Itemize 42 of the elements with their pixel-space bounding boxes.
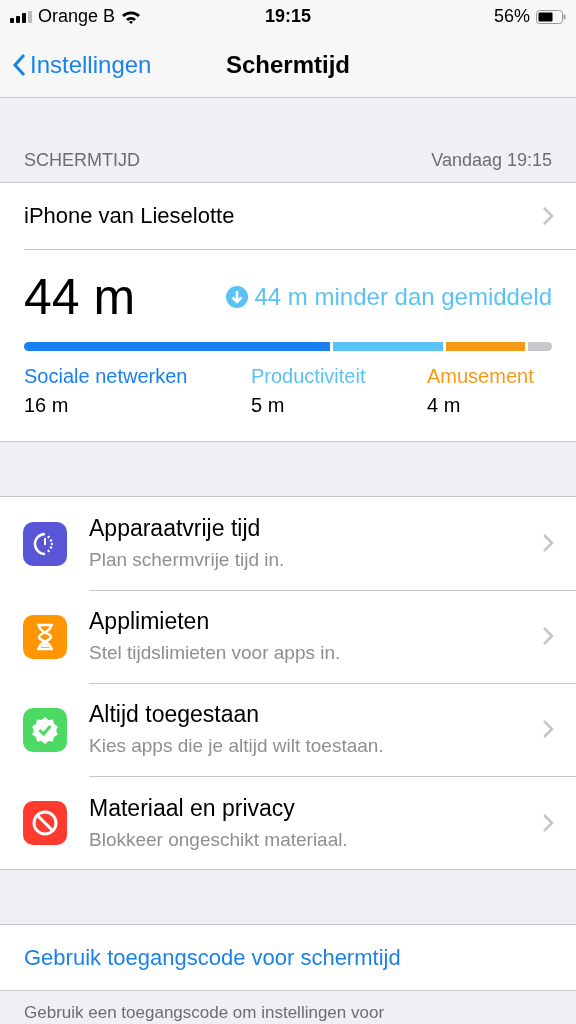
section-date: Vandaag 19:15 — [431, 150, 552, 171]
carrier-name: Orange B — [38, 6, 116, 27]
hourglass-icon — [34, 622, 56, 651]
settings-row[interactable]: Altijd toegestaan Kies apps die je altijd wilt toestaan. — [0, 683, 576, 776]
row-title: Applimieten — [89, 608, 211, 635]
category-time: 16 m — [24, 394, 70, 417]
back-chevron-icon — [12, 53, 26, 77]
category-label: Sociale netwerken — [24, 365, 189, 388]
chevron-icon — [542, 206, 554, 226]
settings-row[interactable]: Applimieten Stel tijdslimieten voor apps in. — [0, 590, 576, 683]
device-row[interactable]: iPhone van Lieselotte — [24, 183, 576, 250]
chevron-icon — [542, 719, 554, 739]
chevron-icon — [542, 533, 554, 553]
row-subtitle: Stel tijdslimieten voor apps in. — [89, 642, 341, 664]
signal-icon — [10, 10, 32, 23]
row-subtitle: Plan schermvrije tijd in. — [89, 549, 285, 571]
battery-icon — [536, 9, 566, 24]
average-comparison: 44 m minder dan gemiddeld — [254, 283, 552, 311]
section-header: SCHERMTIJD — [24, 150, 140, 171]
wifi-icon — [121, 9, 142, 24]
row-title: Apparaatvrije tijd — [89, 515, 262, 542]
settings-row[interactable]: Apparaatvrije tijd Plan schermvrije tijd in. — [0, 497, 576, 590]
category-time: 5 m — [251, 394, 286, 417]
category-time: 4 m — [427, 394, 462, 417]
chevron-icon — [542, 626, 554, 646]
passcode-link[interactable]: Gebruik toegangscode voor schermtijd — [0, 925, 576, 990]
row-title: Materiaal en privacy — [89, 794, 296, 822]
chevron-icon — [542, 812, 554, 833]
row-title: Altijd toegestaan — [89, 701, 261, 728]
status-time: 19:15 — [264, 6, 311, 27]
settings-row[interactable]: Materiaal en privacy Blokkeer ongeschikt materiaal. — [0, 776, 576, 869]
back-button[interactable]: Instellingen — [12, 51, 152, 79]
category-label: Amusement — [427, 365, 535, 388]
total-time: 44 m — [24, 268, 136, 326]
row-subtitle: Blokkeer ongeschikt materiaal. — [89, 828, 348, 851]
screen-title: Schermtijd — [226, 51, 350, 79]
row-subtitle: Kies apps die je altijd wilt toestaan. — [89, 735, 384, 757]
battery-percentage: 56% — [493, 6, 530, 27]
prohibited-icon — [31, 808, 59, 837]
footer-note: Gebruik een toegangscode om instellingen voor — [23, 1002, 386, 1024]
check-badge-icon — [30, 714, 60, 745]
category-label: Productiviteit — [251, 365, 367, 388]
